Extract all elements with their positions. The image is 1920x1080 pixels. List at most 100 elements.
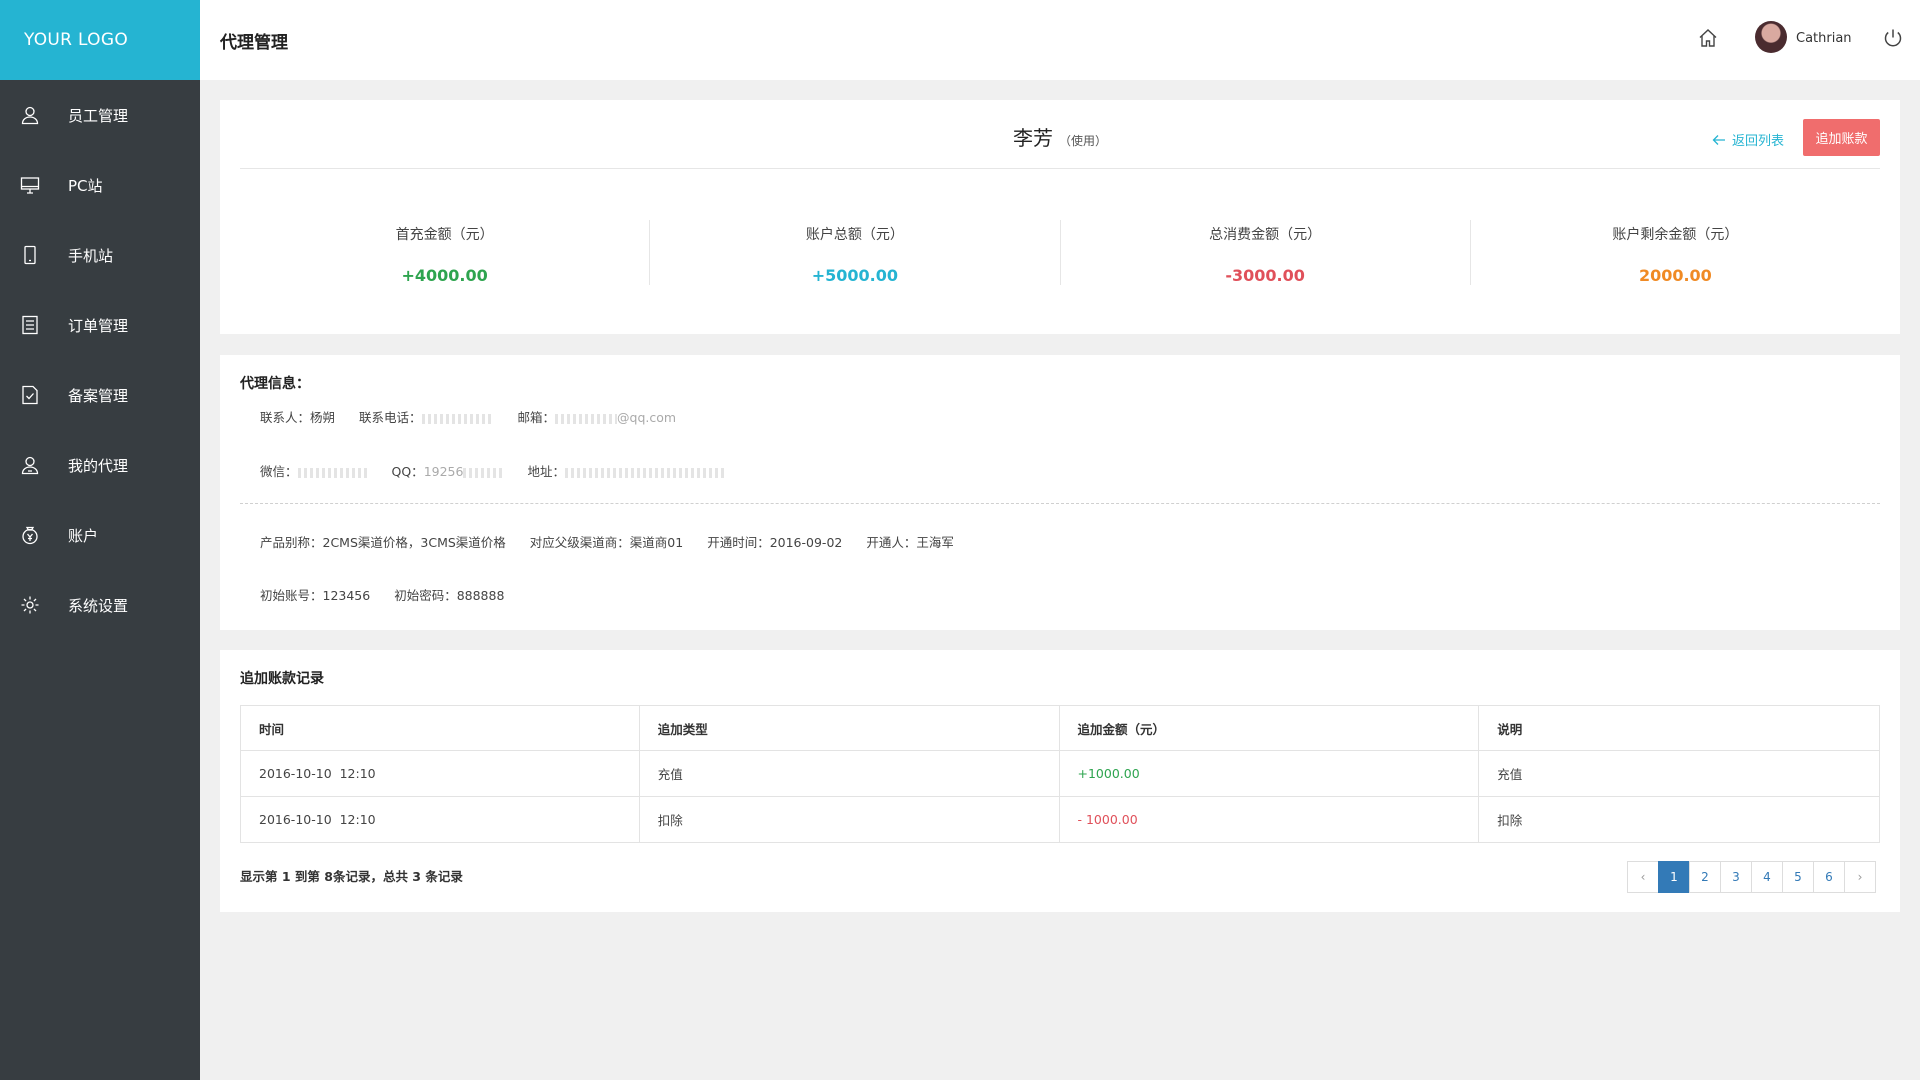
sidebar-item-orders[interactable]: 订单管理 (0, 290, 200, 360)
email-suffix: @qq.com (617, 410, 677, 425)
gear-icon (20, 594, 40, 616)
pagination-page[interactable]: 3 (1720, 861, 1752, 893)
column-header: 追加金额（元） (1058, 705, 1480, 751)
masked-value (564, 467, 725, 478)
open-time: 开通时间：2016-09-02 (707, 535, 843, 550)
cell-time: 2016-10-10 12:10 (240, 750, 640, 797)
column-header: 说明 (1478, 705, 1880, 751)
stat-first-deposit: 首充金额（元） +4000.00 (240, 220, 651, 285)
stat-value: +5000.00 (811, 266, 899, 285)
masked-value (421, 413, 494, 424)
phone-icon (20, 244, 40, 266)
stat-value: -3000.00 (1225, 266, 1305, 285)
masked-value (463, 467, 504, 478)
sidebar-item-mobile[interactable]: 手机站 (0, 220, 200, 290)
sidebar-item-label: 账户 (68, 526, 99, 545)
records-card: 追加账款记录 时间 追加类型 追加金额（元） 说明 2016-10-10 12:… (220, 650, 1900, 912)
stat-label: 账户总额（元） (805, 227, 904, 243)
back-to-list-link[interactable]: 返回列表 (1712, 130, 1784, 149)
sidebar-item-account[interactable]: 账户 (0, 500, 200, 570)
sidebar-item-settings[interactable]: 系统设置 (0, 570, 200, 640)
pagination-page[interactable]: 4 (1751, 861, 1783, 893)
stat-account-total: 账户总额（元） +5000.00 (650, 220, 1061, 285)
contact-phone: 联系电话： (359, 410, 494, 425)
add-payment-button[interactable]: 追加账款 (1803, 119, 1880, 156)
sidebar-item-my-agent[interactable]: 我的代理 (0, 430, 200, 500)
address: 地址： (527, 464, 725, 479)
user-name[interactable]: Cathrian (1796, 31, 1852, 46)
money-bag-icon (20, 524, 40, 546)
agent-icon (20, 454, 40, 476)
stat-remaining-balance: 账户剩余金额（元） 2000.00 (1471, 220, 1880, 285)
address-label: 地址： (527, 464, 565, 479)
sidebar-item-label: 备案管理 (68, 386, 129, 405)
cell-amount: - 1000.00 (1058, 796, 1480, 843)
column-header: 时间 (240, 705, 640, 751)
pagination: ‹ 1 2 3 4 5 6 › (1627, 861, 1876, 893)
divider (240, 168, 1880, 169)
back-to-list-label: 返回列表 (1732, 134, 1785, 149)
table-row: 2016-10-10 12:10 充值 +1000.00 充值 (240, 750, 1880, 797)
stat-label: 账户剩余金额（元） (1612, 227, 1739, 243)
document-icon (20, 314, 40, 336)
agent-info-title: 代理信息： (240, 376, 310, 392)
table-header-row: 时间 追加类型 追加金额（元） 说明 (240, 705, 1880, 751)
avatar[interactable] (1755, 21, 1787, 53)
phone-label: 联系电话： (359, 410, 422, 425)
qq-prefix: 19256 (423, 464, 464, 479)
cell-note: 充值 (1478, 750, 1880, 797)
stat-label: 首充金额（元） (395, 227, 494, 243)
pagination-next[interactable]: › (1844, 861, 1876, 893)
masked-value (297, 467, 368, 478)
sidebar-item-label: 我的代理 (68, 456, 129, 475)
stat-value: +4000.00 (401, 266, 488, 285)
sidebar-item-label: PC站 (68, 176, 103, 195)
sidebar: YOUR LOGO 员工管理 PC站 手机站 订单管理 备案管理 我的代理 账户… (0, 0, 200, 1080)
table-row: 2016-10-10 12:10 扣除 - 1000.00 扣除 (240, 796, 1880, 843)
pagination-page[interactable]: 6 (1813, 861, 1845, 893)
summary-card: 李芳 （使用） 返回列表 追加账款 首充金额（元） +4000.00 账户总额（元… (220, 100, 1900, 334)
contact-email: 邮箱： @qq.com (518, 410, 677, 425)
power-icon[interactable] (1882, 27, 1904, 49)
agent-status: （使用） (1058, 134, 1107, 148)
sidebar-item-filing[interactable]: 备案管理 (0, 360, 200, 430)
stat-total-consumption: 总消费金额（元） -3000.00 (1061, 220, 1471, 285)
records-title: 追加账款记录 (240, 671, 324, 687)
product-alias: 产品别称：2CMS渠道价格，3CMS渠道价格 (260, 535, 506, 550)
pagination-page[interactable]: 5 (1782, 861, 1814, 893)
home-icon[interactable] (1697, 27, 1719, 49)
stat-label: 总消费金额（元） (1209, 227, 1322, 243)
contact-line-2: 微信： QQ：19256 地址： (260, 461, 745, 480)
arrow-left-icon (1712, 134, 1725, 145)
initial-account: 初始账号：123456 (260, 588, 371, 603)
pagination-page[interactable]: 1 (1658, 861, 1690, 893)
agent-info-card: 代理信息： 联系人：杨朔 联系电话： 邮箱： @qq.com 微信： QQ：192… (220, 355, 1900, 630)
agent-header: 李芳 （使用） (220, 122, 1900, 151)
cell-note: 扣除 (1478, 796, 1880, 843)
cell-time: 2016-10-10 12:10 (240, 796, 640, 843)
qq: QQ：19256 (392, 464, 504, 479)
pagination-page[interactable]: 2 (1689, 861, 1721, 893)
pagination-prev[interactable]: ‹ (1627, 861, 1659, 893)
sidebar-item-label: 员工管理 (68, 106, 129, 125)
credentials-line: 初始账号：123456 初始密码：888888 (260, 585, 524, 604)
sidebar-item-staff[interactable]: 员工管理 (0, 80, 200, 150)
stats-row: 首充金额（元） +4000.00 账户总额（元） +5000.00 总消费金额（… (240, 220, 1880, 285)
sidebar-item-pc[interactable]: PC站 (0, 150, 200, 220)
monitor-icon (20, 174, 40, 196)
user-icon (20, 104, 40, 126)
cell-type: 充值 (638, 750, 1060, 797)
opener: 开通人：王海军 (866, 535, 954, 550)
stat-value: 2000.00 (1638, 266, 1712, 285)
page-title: 代理管理 (220, 33, 288, 53)
agent-name: 李芳 (1012, 126, 1053, 150)
contact-line: 联系人：杨朔 联系电话： 邮箱： @qq.com (260, 407, 696, 426)
product-line: 产品别称：2CMS渠道价格，3CMS渠道价格 对应父级渠道商：渠道商01 开通时… (260, 532, 974, 551)
contact-person: 联系人：杨朔 (260, 410, 336, 425)
logo[interactable]: YOUR LOGO (0, 0, 200, 80)
column-header: 追加类型 (638, 705, 1060, 751)
cell-type: 扣除 (638, 796, 1060, 843)
dashed-divider (240, 503, 1880, 504)
records-summary: 显示第 1 到第 8条记录，总共 3 条记录 (240, 869, 463, 884)
parent-channel: 对应父级渠道商：渠道商01 (529, 535, 684, 550)
